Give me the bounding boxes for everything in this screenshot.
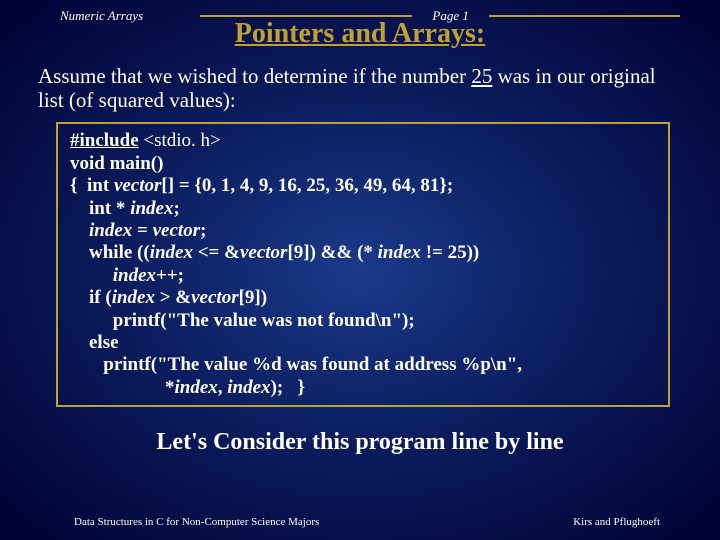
footer-right: Kirs and Pflughoeft — [573, 516, 660, 528]
code-line-4: int * index; — [70, 198, 656, 220]
intro-number: 25 — [471, 64, 492, 88]
header-rule-right — [489, 15, 680, 17]
code-line-6: while ((index <= &vector[9]) && (* index… — [70, 242, 656, 264]
code-line-10: else — [70, 332, 656, 354]
footer-left: Data Structures in C for Non-Computer Sc… — [74, 516, 319, 528]
header-rule-left — [200, 15, 412, 17]
code-line-5: index = vector; — [70, 220, 656, 242]
footer: Data Structures in C for Non-Computer Sc… — [0, 516, 720, 528]
code-line-3: { int vector[] = {0, 1, 4, 9, 16, 25, 36… — [70, 175, 656, 197]
slide-subtitle: Let's Consider this program line by line — [0, 429, 720, 456]
code-box: #include <stdio. h> void main() { int ve… — [56, 122, 670, 407]
intro-before: Assume that we wished to determine if th… — [38, 64, 471, 88]
code-line-9: printf("The value was not found\n"); — [70, 310, 656, 332]
code-line-7: index++; — [70, 265, 656, 287]
code-line-1: #include <stdio. h> — [70, 130, 656, 152]
code-line-2: void main() — [70, 153, 656, 175]
code-line-11: printf("The value %d was found at addres… — [70, 354, 656, 376]
code-line-8: if (index > &vector[9]) — [70, 287, 656, 309]
intro-text: Assume that we wished to determine if th… — [0, 64, 720, 122]
header-left-label: Numeric Arrays — [60, 8, 200, 24]
code-line-12: *index, index); } — [70, 377, 656, 399]
